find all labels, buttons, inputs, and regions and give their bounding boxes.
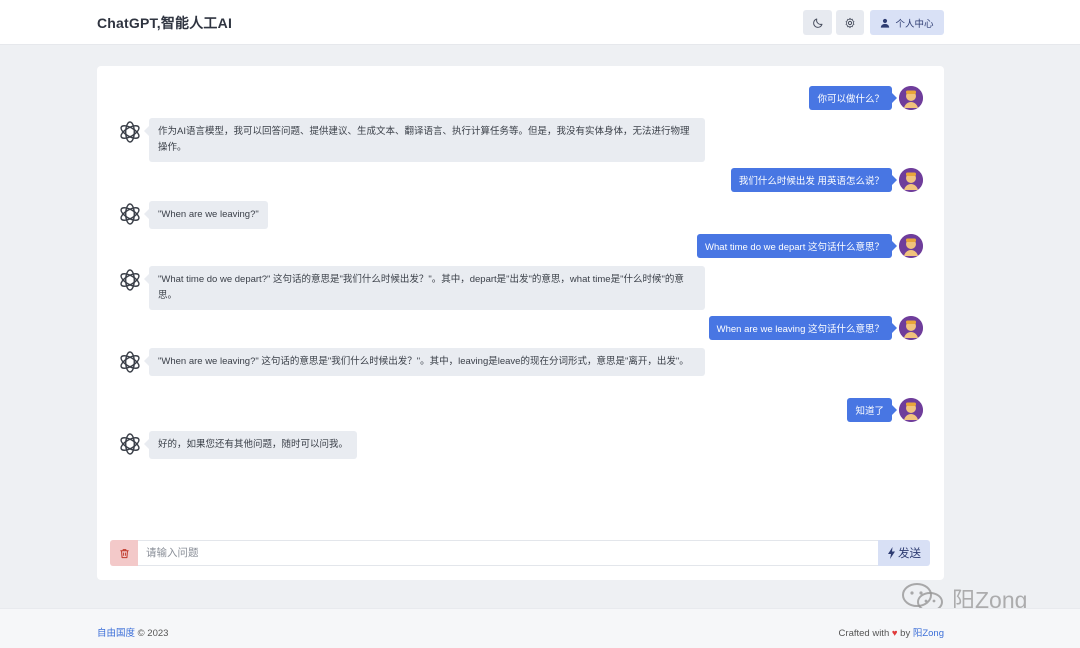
user-message-bubble: 你可以做什么？ (809, 86, 897, 110)
app-title[interactable]: ChatGPT,智能人工AI (97, 13, 232, 33)
copyright-text: © 2023 (137, 628, 169, 639)
footer-credit: Crafted with ♥ by 阳Zong (839, 625, 944, 639)
send-button[interactable]: 发送 (878, 540, 930, 566)
composer: 发送 (110, 540, 930, 566)
user-avatar (899, 234, 923, 258)
user-message-bubble: 我们什么时候出发 用英语怎么说？ (730, 168, 898, 192)
bolt-icon (888, 547, 895, 559)
user-message: When are we leaving 这句话什么意思？ (97, 316, 944, 340)
footer-copyright: 自由国度 © 2023 (97, 625, 168, 639)
assistant-message: "What time do we depart?" 这句话的意思是"我们什么时候… (97, 266, 944, 310)
footer: 自由国度 © 2023 Crafted with ♥ by 阳Zong (0, 608, 1080, 648)
user-icon (881, 18, 890, 28)
clear-chat-button[interactable] (110, 540, 138, 566)
assistant-message-bubble: 作为AI语言模型，我可以回答问题、提供建议、生成文本、翻译语言、执行计算任务等。… (144, 118, 705, 162)
user-message-bubble: When are we leaving 这句话什么意思？ (708, 316, 898, 340)
author-link[interactable]: 阳Zong (913, 628, 944, 639)
assistant-message-bubble: "What time do we depart?" 这句话的意思是"我们什么时候… (144, 266, 705, 310)
assistant-message: 作为AI语言模型，我可以回答问题、提供建议、生成文本、翻译语言、执行计算任务等。… (97, 118, 944, 162)
heart-icon: ♥ (891, 628, 898, 639)
assistant-message-bubble: "When are we leaving?" (144, 201, 268, 229)
trash-icon (119, 548, 129, 558)
openai-icon (120, 433, 140, 455)
user-message: What time do we depart 这句话什么意思？ (97, 234, 944, 258)
send-label: 发送 (898, 548, 921, 560)
user-message: 我们什么时候出发 用英语怎么说？ (97, 168, 944, 192)
openai-icon (120, 269, 140, 291)
user-avatar (899, 168, 923, 192)
assistant-message: "When are we leaving?" (97, 200, 944, 229)
profile-label: 个人中心 (895, 18, 934, 30)
user-message: 知道了 (97, 398, 944, 422)
openai-icon (120, 351, 140, 373)
moon-icon (812, 18, 822, 28)
user-message: 你可以做什么？ (97, 86, 944, 110)
by-text: by (900, 628, 911, 639)
user-message-bubble: 知道了 (847, 398, 897, 422)
top-navbar: ChatGPT,智能人工AI 个人中心 (0, 0, 1080, 45)
user-avatar (899, 316, 923, 340)
chat-panel: 你可以做什么？ 作为AI语言模型，我可以回答问题、提供建议、生成文本、翻译语言、… (97, 66, 944, 580)
gear-icon (845, 17, 855, 28)
user-avatar (899, 398, 923, 422)
profile-button[interactable]: 个人中心 (870, 10, 944, 35)
openai-icon (120, 203, 140, 225)
assistant-message: "When are we leaving?" 这句话的意思是"我们什么时候出发？… (97, 348, 944, 392)
theme-toggle-button[interactable] (803, 10, 832, 35)
user-avatar (899, 86, 923, 110)
question-input[interactable] (138, 540, 878, 566)
assistant-message: 好的，如果您还有其他问题，随时可以问我。 (97, 430, 944, 459)
crafted-text: Crafted with (838, 628, 890, 639)
org-link[interactable]: 自由国度 (97, 628, 135, 639)
user-message-bubble: What time do we depart 这句话什么意思？ (697, 234, 897, 258)
assistant-message-bubble: 好的，如果您还有其他问题，随时可以问我。 (143, 431, 358, 459)
assistant-message-bubble: "When are we leaving?" 这句话的意思是"我们什么时候出发？… (144, 348, 705, 376)
openai-icon (120, 121, 140, 143)
settings-button[interactable] (836, 10, 864, 35)
